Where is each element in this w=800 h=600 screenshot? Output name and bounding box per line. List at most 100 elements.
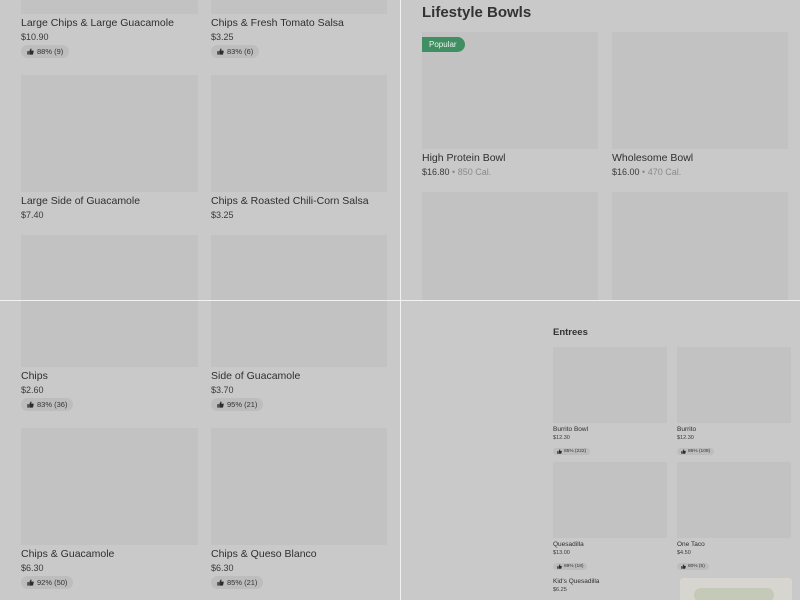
menu-item-card[interactable]: Chips & Roasted Chili-Corn Salsa $3.25: [211, 75, 387, 220]
thumbs-up-icon: [27, 48, 34, 55]
item-price: $16.00: [612, 167, 640, 177]
thumbs-up-icon: [681, 564, 686, 569]
item-image[interactable]: [211, 235, 387, 300]
thumbs-up-icon: [217, 579, 224, 586]
entrees-panel: Entrees Burrito Bowl $12.30 85% (222) Bu…: [401, 301, 800, 600]
rating-text: 92% (50): [37, 578, 68, 587]
sides-panel-bottom: Chips $2.60 83% (36) Side of Guacamole $…: [0, 301, 400, 600]
rating-badge: 83% (6): [211, 45, 260, 58]
item-price: $12.30: [553, 435, 570, 441]
thumbs-up-icon: [217, 401, 224, 408]
rating-badge: 88% (9): [21, 45, 70, 58]
item-price-row: $16.00 • 470 Cal.: [612, 167, 682, 177]
item-price: $3.70: [211, 385, 234, 395]
item-image: [211, 428, 387, 545]
menu-item-card[interactable]: Side of Guacamole $3.70 95% (21): [211, 301, 387, 413]
menu-item-card[interactable]: Kid's Quesadilla $6.25: [553, 578, 667, 593]
item-name: Chips & Roasted Chili-Corn Salsa: [211, 195, 369, 207]
item-name: Chips & Queso Blanco: [211, 548, 317, 560]
item-price: $6.25: [553, 587, 567, 593]
rating-text: 95% (21): [227, 400, 258, 409]
item-price: $6.30: [21, 563, 44, 573]
item-name: Chips & Guacamole: [21, 548, 115, 560]
sides-panel-top: Large Chips & Large Guacamole $10.90 88%…: [0, 0, 400, 300]
section-title: Entrees: [553, 327, 588, 338]
item-name: Wholesome Bowl: [612, 152, 694, 164]
item-price: $3.25: [211, 32, 234, 42]
thumbs-up-icon: [557, 449, 562, 454]
thumbs-up-icon: [681, 449, 686, 454]
item-price: $6.30: [211, 563, 234, 573]
thumbs-up-icon: [557, 564, 562, 569]
grid-divider-horizontal: [0, 300, 800, 301]
menu-item-card[interactable]: Large Chips & Large Guacamole $10.90 88%…: [21, 0, 198, 60]
item-name: Burrito Bowl: [553, 426, 589, 433]
item-image[interactable]: [21, 235, 198, 300]
rating-text: 89% (18): [564, 564, 584, 569]
item-image: [211, 75, 387, 192]
rating-text: 85% (222): [564, 449, 587, 454]
menu-item-card[interactable]: Chips & Queso Blanco $6.30 85% (21): [211, 428, 387, 591]
item-price: $2.60: [21, 385, 44, 395]
popular-badge: Popular: [422, 37, 465, 52]
menu-item-card[interactable]: Burrito $12.30 86% (109): [677, 347, 791, 459]
item-name: Chips & Fresh Tomato Salsa: [211, 17, 344, 29]
item-calories: 850 Cal.: [457, 167, 492, 177]
item-name: Quesadilla: [553, 541, 584, 548]
menu-item-card[interactable]: Quesadilla $13.00 89% (18): [553, 462, 667, 574]
item-price: $3.25: [211, 210, 234, 220]
item-price: $10.90: [21, 32, 49, 42]
rating-badge: 85% (21): [211, 576, 264, 589]
item-calories: 470 Cal.: [647, 167, 682, 177]
item-name: Kid's Quesadilla: [553, 578, 600, 585]
thumbs-up-icon: [27, 579, 34, 586]
item-name: Burrito: [677, 426, 697, 433]
item-price: $12.30: [677, 435, 694, 441]
thumbs-up-icon: [217, 48, 224, 55]
rating-text: 83% (36): [37, 400, 68, 409]
item-name: Side of Guacamole: [211, 370, 301, 382]
food-photo-detail: [694, 588, 774, 600]
item-price: $4.50: [677, 550, 691, 556]
rating-badge: 83% (36): [21, 398, 74, 411]
item-image: [21, 75, 198, 192]
menu-item-card[interactable]: Popular High Protein Bowl $16.80 • 850 C…: [422, 32, 598, 177]
rating-text: 86% (109): [688, 449, 711, 454]
menu-item-card[interactable]: Chips & Guacamole $6.30 92% (50): [21, 428, 198, 591]
item-image: [21, 0, 198, 14]
menu-item-card[interactable]: One Taco $4.50 80% (5): [677, 462, 791, 574]
rating-badge: 85% (222): [553, 448, 591, 455]
item-name: Chips: [21, 370, 48, 382]
item-image[interactable]: [612, 192, 788, 300]
rating-text: 85% (21): [227, 578, 258, 587]
item-price: $16.80: [422, 167, 450, 177]
item-image: [21, 428, 198, 545]
item-image: [677, 462, 791, 538]
item-name: High Protein Bowl: [422, 152, 506, 164]
item-image: [612, 32, 788, 149]
item-image: Popular: [422, 32, 598, 149]
item-image: [553, 347, 667, 423]
item-image: [677, 347, 791, 423]
item-image[interactable]: [422, 192, 598, 300]
menu-item-card[interactable]: Chips $2.60 83% (36): [21, 301, 198, 413]
menu-item-card[interactable]: Chips & Fresh Tomato Salsa $3.25 83% (6): [211, 0, 387, 60]
section-title: Lifestyle Bowls: [422, 4, 532, 21]
item-price-row: $16.80 • 850 Cal.: [422, 167, 492, 177]
rating-text: 80% (5): [688, 564, 705, 569]
item-price: $7.40: [21, 210, 44, 220]
rating-text: 83% (6): [227, 47, 254, 56]
item-name: Large Side of Guacamole: [21, 195, 141, 207]
item-name: One Taco: [677, 541, 705, 548]
food-photo: [680, 578, 792, 600]
rating-text: 88% (9): [37, 47, 64, 56]
item-image: [211, 301, 387, 367]
menu-item-card[interactable]: Wholesome Bowl $16.00 • 470 Cal.: [612, 32, 788, 177]
rating-badge: 89% (18): [553, 563, 588, 570]
lifestyle-bowls-panel: Lifestyle Bowls Popular High Protein Bow…: [401, 0, 800, 300]
item-name: Large Chips & Large Guacamole: [21, 17, 174, 29]
item-image: [553, 462, 667, 538]
menu-item-card[interactable]: Burrito Bowl $12.30 85% (222): [553, 347, 667, 459]
menu-item-card[interactable]: Large Side of Guacamole $7.40: [21, 75, 198, 220]
thumbs-up-icon: [27, 401, 34, 408]
